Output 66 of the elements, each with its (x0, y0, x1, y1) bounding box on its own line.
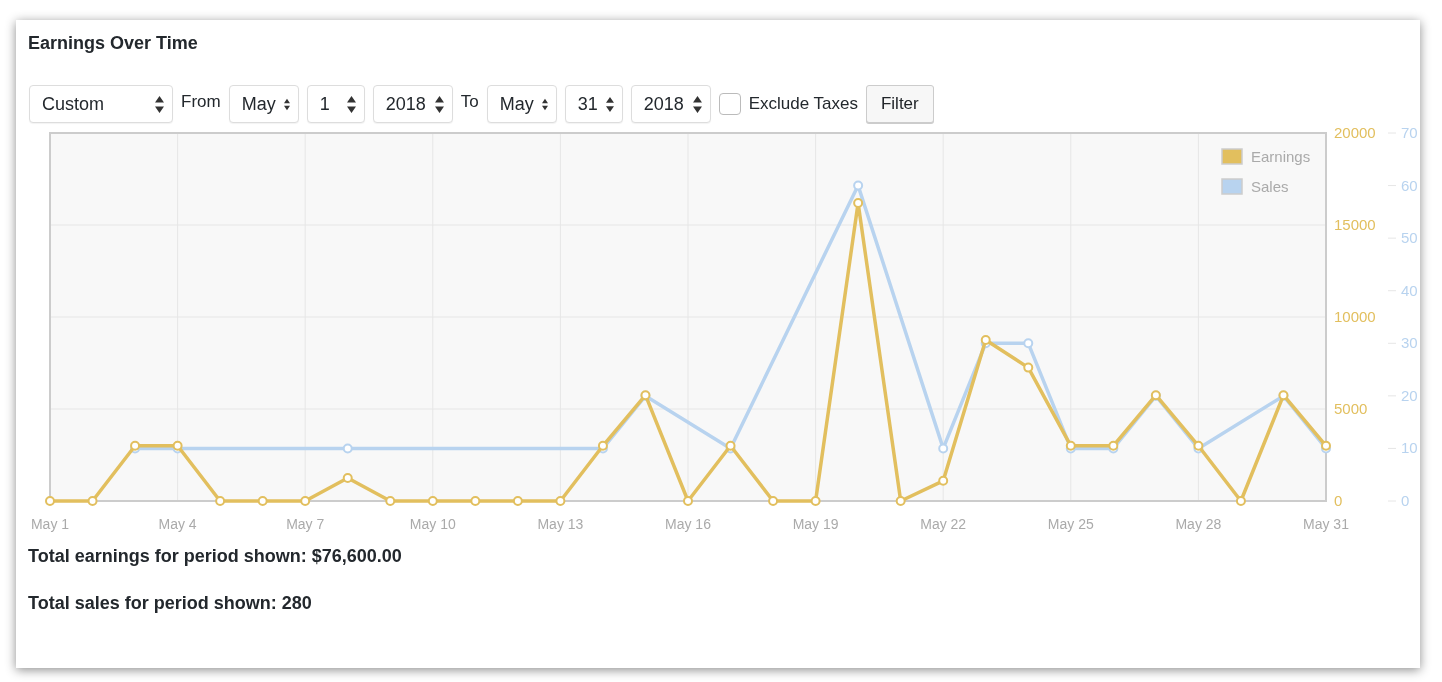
point (555, 496, 566, 506)
axis-tick-label: May 4 (158, 516, 197, 532)
axis-tick-label: May 28 (1175, 516, 1222, 532)
point (215, 496, 226, 506)
axis-tick-label: 10 (1401, 439, 1418, 457)
axis-tick-label: May 19 (792, 516, 839, 532)
axis-tick-label: 15000 (1334, 216, 1376, 233)
axis-tick-label: May 13 (537, 516, 584, 532)
axis-tick-label: 10000 (1334, 308, 1376, 325)
up-down-arrows-icon (605, 95, 614, 113)
axis-tick-label: May 7 (286, 516, 325, 532)
point (683, 496, 693, 506)
point (427, 496, 438, 506)
point (1235, 496, 1246, 506)
select-dropdown[interactable]: 1 (306, 85, 365, 123)
up-down-arrows-icon (434, 95, 444, 113)
point (980, 335, 991, 345)
up-down-arrows-icon (346, 95, 356, 113)
point (342, 473, 353, 483)
legend-label: Earnings (1251, 148, 1311, 165)
select-dropdown[interactable]: 2018 (372, 85, 453, 123)
axis-tick-label: 5000 (1334, 400, 1368, 417)
point (257, 496, 268, 506)
point (300, 496, 311, 506)
axis-tick-label: 0 (1334, 492, 1343, 509)
axis-tick-label: 70 (1401, 125, 1418, 141)
section-title: Earnings Over Time (28, 32, 199, 55)
point (810, 496, 821, 506)
axis-tick-label: May 10 (409, 516, 456, 532)
point (385, 496, 396, 506)
axis-tick-label: 60 (1401, 176, 1418, 194)
axis-tick-label: 20000 (1334, 125, 1376, 141)
field-label: To (460, 91, 479, 113)
point (45, 496, 55, 506)
axis-tick-label: 0 (1401, 492, 1410, 509)
checkbox[interactable] (718, 93, 741, 115)
select-dropdown[interactable]: Custom (29, 85, 173, 123)
axis-tick-label: May 1 (30, 516, 70, 532)
select-dropdown[interactable]: 31 (564, 85, 623, 123)
up-down-arrows-icon (692, 95, 702, 113)
select-dropdown[interactable]: 2018 (630, 85, 711, 123)
summary-text: Total earnings for period shown: $76,600.00 (28, 545, 403, 568)
point (853, 197, 864, 208)
legend-label: Sales (1251, 178, 1289, 195)
select-dropdown[interactable]: May (228, 85, 299, 123)
point (938, 475, 949, 486)
axis-tick-label: May 25 (1047, 516, 1094, 532)
axis-tick-label: 40 (1401, 281, 1418, 299)
filter-button[interactable]: Filter (865, 85, 934, 123)
axis-tick-label: May 31 (1303, 516, 1349, 532)
axis-tick-label: May 16 (665, 516, 711, 532)
point (470, 496, 481, 506)
point (1023, 362, 1034, 373)
summary-text: Total sales for period shown: 280 (28, 592, 313, 615)
checkbox-label: Exclude Taxes (748, 93, 858, 116)
field-label: From (181, 91, 221, 113)
point (87, 496, 98, 506)
axis-tick-label: 20 (1401, 386, 1418, 404)
axis-tick-label: May 22 (920, 516, 967, 532)
axis-tick-label: 50 (1401, 229, 1418, 247)
select-dropdown[interactable]: May (486, 85, 557, 123)
point (512, 496, 523, 506)
point (895, 496, 906, 506)
up-down-arrows-icon (155, 95, 164, 113)
point (768, 496, 779, 506)
axis-tick-label: 30 (1401, 334, 1418, 352)
